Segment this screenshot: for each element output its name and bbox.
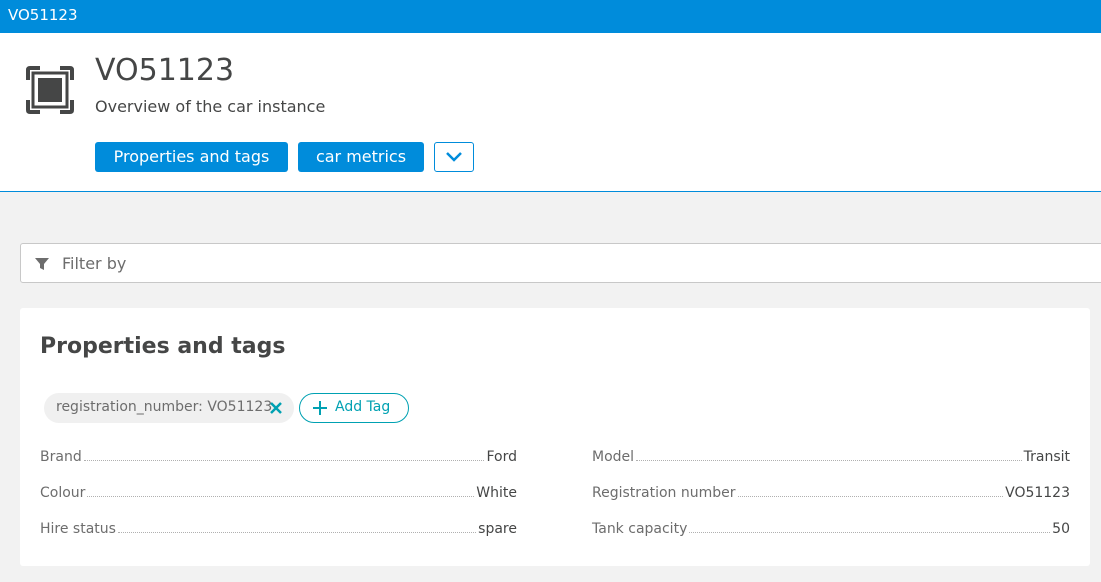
property-value: Ford <box>486 449 517 465</box>
tab-properties-and-tags[interactable]: Properties and tags <box>95 142 288 172</box>
top-bar-title: VO51123 <box>8 6 78 24</box>
card-title: Properties and tags <box>40 334 286 359</box>
property-value: VO51123 <box>1005 485 1070 501</box>
add-tag-label: Add Tag <box>335 399 391 415</box>
filter-input[interactable] <box>62 244 1062 282</box>
property-leader <box>689 532 1051 533</box>
property-value: 50 <box>1052 521 1070 537</box>
properties-card: Properties and tags registration_number:… <box>20 308 1090 566</box>
property-key: Model <box>592 449 635 465</box>
property-value: spare <box>478 521 517 537</box>
property-row: Colour White <box>40 481 517 501</box>
property-value: White <box>476 485 517 501</box>
property-leader <box>87 496 475 497</box>
property-key: Tank capacity <box>592 521 688 537</box>
property-row: Brand Ford <box>40 445 517 465</box>
property-row: Tank capacity 50 <box>592 517 1070 537</box>
close-icon[interactable] <box>268 400 284 416</box>
property-row: Hire status spare <box>40 517 517 537</box>
page-subtitle: Overview of the car instance <box>95 97 326 116</box>
filter-icon <box>35 258 49 270</box>
property-key: Brand <box>40 449 82 465</box>
property-value: Transit <box>1023 449 1070 465</box>
entity-header: VO51123 Overview of the car instance Pro… <box>0 33 1101 192</box>
instance-frame-icon <box>26 66 74 114</box>
property-leader <box>636 460 1022 461</box>
plus-icon <box>313 401 327 415</box>
top-bar: VO51123 <box>0 0 1101 33</box>
property-key: Colour <box>40 485 86 501</box>
property-row: Registration number VO51123 <box>592 481 1070 501</box>
filter-bar <box>20 243 1101 283</box>
property-leader <box>83 460 485 461</box>
tab-car-metrics[interactable]: car metrics <box>298 142 424 172</box>
tag-chip: registration_number: VO51123 <box>44 393 294 423</box>
property-leader <box>117 532 477 533</box>
tag-label: registration_number: VO51123 <box>56 399 273 415</box>
property-key: Hire status <box>40 521 116 537</box>
add-tag-button[interactable]: Add Tag <box>299 393 409 423</box>
more-tabs-button[interactable] <box>434 142 474 172</box>
property-leader <box>737 496 1004 497</box>
page-title: VO51123 <box>95 53 235 88</box>
chevron-down-icon <box>446 152 462 162</box>
property-row: Model Transit <box>592 445 1070 465</box>
property-key: Registration number <box>592 485 736 501</box>
